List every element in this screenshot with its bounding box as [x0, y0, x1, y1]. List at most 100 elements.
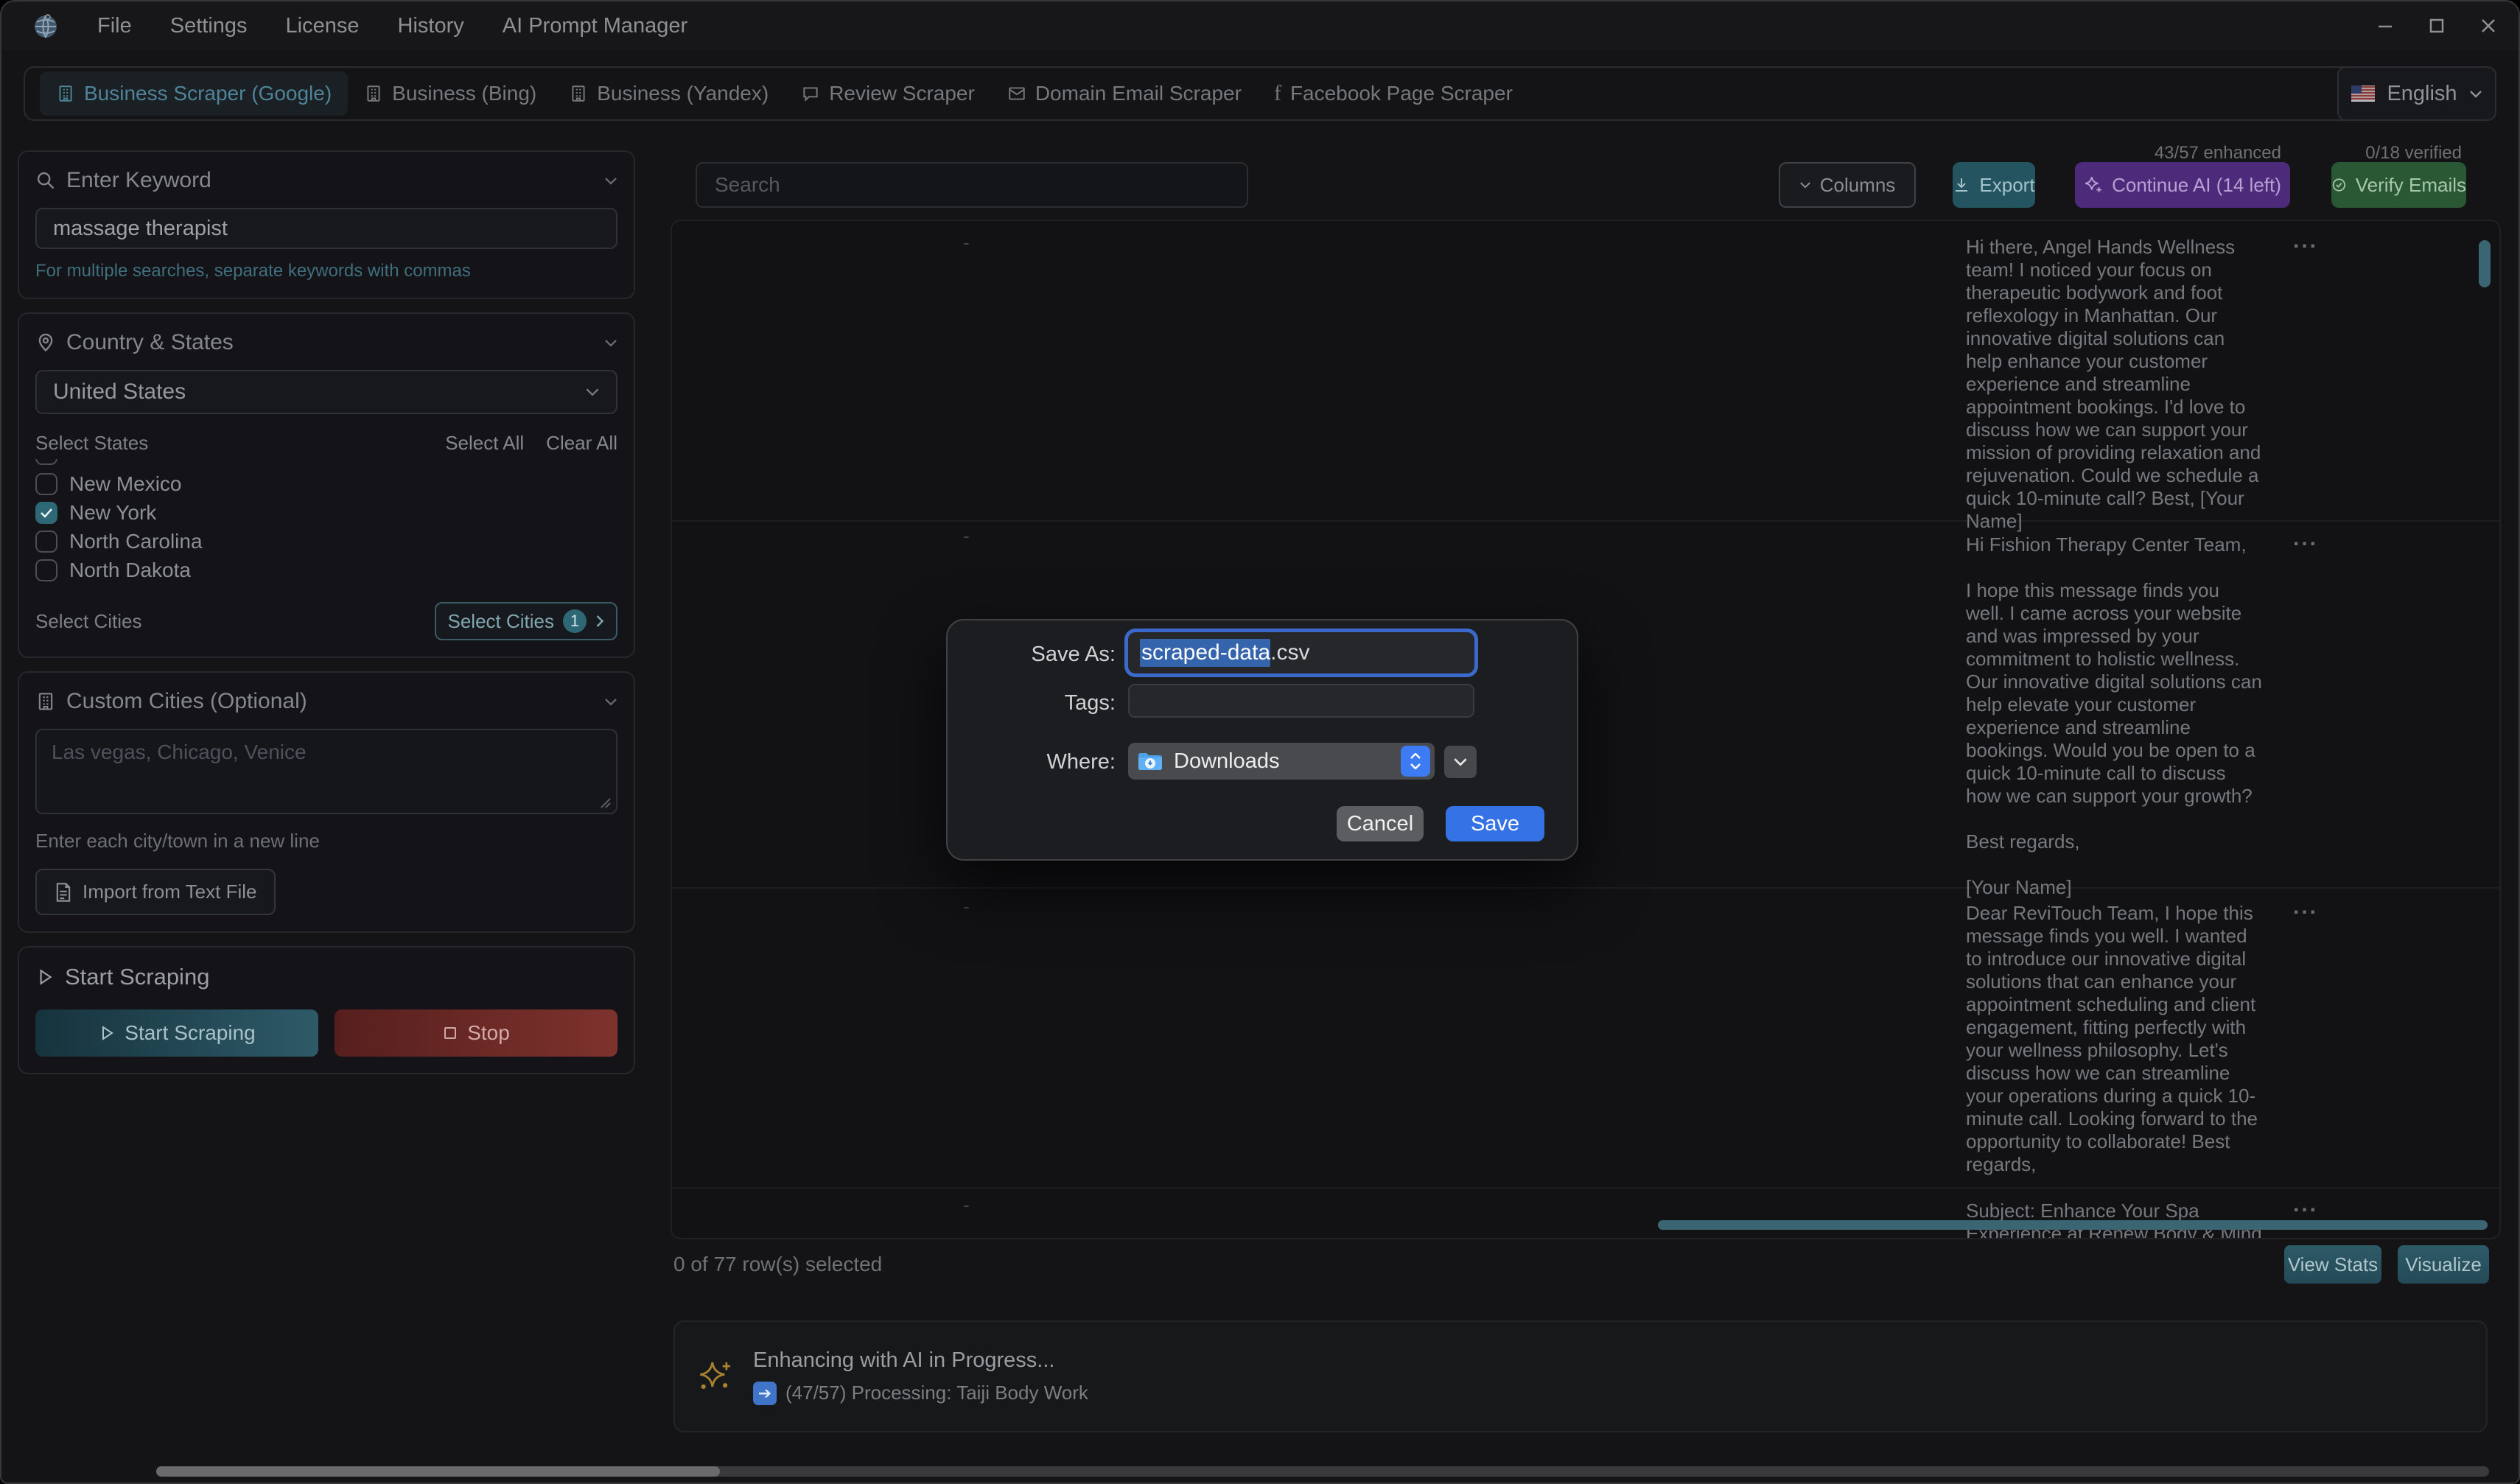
custom-cities-textarea[interactable]: [35, 729, 617, 814]
tab-domain-email-scraper[interactable]: Domain Email Scraper: [991, 71, 1258, 116]
cancel-button[interactable]: Cancel: [1337, 806, 1424, 841]
message-text: Hi there, Angel Hands Wellness team! I n…: [1966, 236, 2262, 533]
save-button[interactable]: Save: [1446, 806, 1544, 841]
enhanced-count: 43/57 enhanced: [2155, 143, 2281, 164]
stepper-icon[interactable]: [1401, 746, 1430, 777]
close-icon[interactable]: [2479, 16, 2498, 35]
language-selector[interactable]: English: [2337, 66, 2496, 121]
checkbox-unchecked[interactable]: [35, 559, 57, 581]
message-cell[interactable]: Dear ReviTouch Team, I hope this message…: [1956, 893, 2486, 1176]
where-select[interactable]: Downloads: [1128, 743, 1435, 780]
custom-cities-header[interactable]: Custom Cities (Optional): [35, 689, 617, 714]
chevron-down-icon: [585, 388, 600, 396]
tab-facebook-page-scraper[interactable]: f Facebook Page Scraper: [1258, 71, 1529, 116]
import-text-file-button[interactable]: Import from Text File: [35, 869, 276, 915]
tab-business-scraper-google[interactable]: Business Scraper (Google): [40, 71, 348, 116]
search-icon: [35, 170, 56, 191]
country-value: United States: [53, 379, 186, 405]
sidebar: Enter Keyword For multiple searches, sep…: [18, 150, 635, 1088]
state-row-north-carolina[interactable]: North Carolina: [35, 527, 617, 556]
state-row-clipped[interactable]: [35, 459, 617, 469]
filename-selected-text: scraped-data: [1140, 639, 1270, 667]
window-controls: [2376, 16, 2498, 35]
menu-history[interactable]: History: [398, 14, 464, 38]
ellipsis-menu-icon[interactable]: ...: [2293, 895, 2318, 920]
columns-button[interactable]: Columns: [1779, 162, 1916, 208]
stop-button[interactable]: Stop: [335, 1009, 617, 1057]
select-cities-button[interactable]: Select Cities 1: [435, 602, 618, 640]
checkbox-checked[interactable]: [35, 502, 57, 524]
save-as-label: Save As:: [948, 643, 1116, 667]
message-cell[interactable]: Hi there, Angel Hands Wellness team! I n…: [1956, 227, 2486, 533]
tab-business-bing[interactable]: Business (Bing): [348, 71, 553, 116]
ellipsis-menu-icon[interactable]: ...: [2293, 1192, 2318, 1217]
message-cell[interactable]: Subject: Enhance Your Spa Experience at …: [1956, 1191, 2486, 1239]
window-scrollbar-thumb[interactable]: [156, 1466, 720, 1477]
minimize-icon[interactable]: [2376, 16, 2395, 35]
resize-handle[interactable]: [598, 796, 612, 809]
tags-label: Tags:: [948, 691, 1116, 715]
country-card-header[interactable]: Country & States: [35, 330, 617, 355]
chevron-down-icon: [1453, 757, 1468, 766]
keyword-hint: For multiple searches, separate keywords…: [35, 261, 617, 281]
check-circle-icon: [2331, 176, 2347, 194]
start-scraping-title: Start Scraping: [65, 964, 209, 990]
state-row-north-dakota[interactable]: North Dakota: [35, 556, 617, 584]
export-button[interactable]: Export: [1953, 162, 2035, 208]
clear-all-link[interactable]: Clear All: [546, 432, 617, 455]
message-cell[interactable]: Hi Fishion Therapy Center Team, I hope t…: [1956, 525, 2486, 899]
keyword-input[interactable]: [35, 208, 617, 249]
import-button-label: Import from Text File: [83, 881, 256, 903]
checkbox-unchecked[interactable]: [35, 473, 57, 495]
checkbox-unchecked[interactable]: [35, 531, 57, 553]
ellipsis-menu-icon[interactable]: ...: [2293, 526, 2318, 551]
columns-button-label: Columns: [1820, 174, 1896, 197]
continue-ai-label: Continue AI (14 left): [2112, 174, 2281, 197]
message-text: Dear ReviTouch Team, I hope this message…: [1966, 902, 2262, 1176]
ai-status-title: Enhancing with AI in Progress...: [753, 1348, 1088, 1373]
tab-review-scraper[interactable]: Review Scraper: [785, 71, 991, 116]
facebook-icon: f: [1274, 83, 1281, 105]
horizontal-scrollbar-thumb[interactable]: [1658, 1220, 2488, 1230]
select-states-label: Select States: [35, 432, 148, 455]
map-pin-icon: [35, 332, 56, 353]
results-table-panel: - - - - Hi there, Angel Hands Wellness t…: [671, 220, 2501, 1239]
country-select[interactable]: United States: [35, 370, 617, 414]
building-icon: [56, 84, 75, 103]
keyword-card-title: Enter Keyword: [66, 168, 211, 193]
menu-file[interactable]: File: [97, 14, 132, 38]
vertical-scrollbar-thumb[interactable]: [2479, 240, 2491, 287]
search-input[interactable]: [696, 162, 1248, 208]
menu-settings[interactable]: Settings: [170, 14, 248, 38]
menu-license[interactable]: License: [286, 14, 360, 38]
state-row-new-york[interactable]: New York: [35, 498, 617, 527]
country-card-title: Country & States: [66, 330, 234, 355]
state-row-new-mexico[interactable]: New Mexico: [35, 469, 617, 498]
select-cities-button-label: Select Cities: [448, 610, 555, 633]
select-cities-row: Select Cities Select Cities 1: [35, 602, 617, 640]
maximize-icon[interactable]: [2427, 16, 2446, 35]
custom-cities-card: Custom Cities (Optional) Enter each city…: [18, 671, 635, 933]
verify-emails-button[interactable]: Verify Emails: [2331, 162, 2466, 208]
select-all-link[interactable]: Select All: [445, 432, 524, 455]
chevron-down-icon: [604, 339, 617, 347]
ellipsis-menu-icon[interactable]: ...: [2293, 228, 2318, 253]
start-scraping-card: Start Scraping Start Scraping Stop: [18, 946, 635, 1074]
window-horizontal-scrollbar[interactable]: [156, 1466, 2489, 1477]
sparkles-icon: [2084, 175, 2103, 195]
tab-business-yandex[interactable]: Business (Yandex): [553, 71, 785, 116]
start-scraping-button[interactable]: Start Scraping: [35, 1009, 318, 1057]
export-button-label: Export: [1979, 174, 2034, 197]
building-icon: [35, 691, 56, 712]
tags-input[interactable]: [1128, 684, 1474, 718]
menu-ai-prompt-manager[interactable]: AI Prompt Manager: [503, 14, 687, 38]
custom-cities-hint: Enter each city/town in a new line: [35, 830, 617, 853]
continue-ai-button[interactable]: Continue AI (14 left): [2075, 162, 2290, 208]
custom-cities-title: Custom Cities (Optional): [66, 689, 307, 714]
expand-dialog-button[interactable]: [1444, 746, 1477, 778]
view-stats-button[interactable]: View Stats: [2284, 1245, 2381, 1284]
save-as-input[interactable]: scraped-data.csv: [1128, 632, 1474, 673]
filename-extension: .csv: [1270, 640, 1309, 665]
keyword-card-header[interactable]: Enter Keyword: [35, 168, 617, 193]
visualize-button[interactable]: Visualize: [2398, 1245, 2489, 1284]
